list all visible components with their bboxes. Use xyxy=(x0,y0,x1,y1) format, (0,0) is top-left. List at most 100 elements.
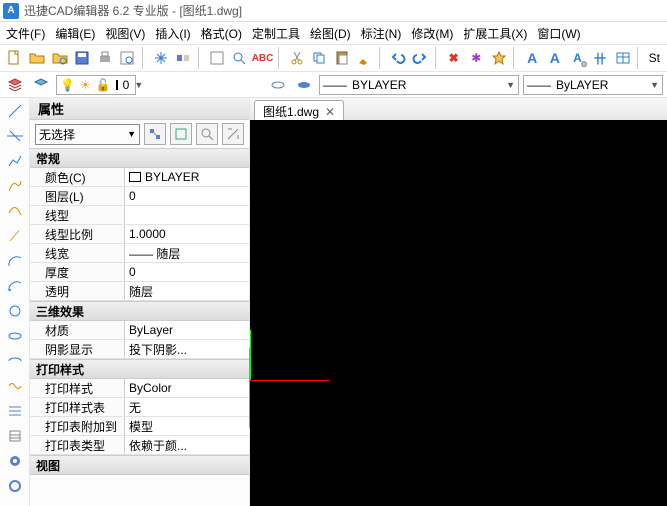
print-preview-button[interactable] xyxy=(117,47,138,69)
match-button[interactable] xyxy=(354,47,375,69)
selection-value: 无选择 xyxy=(39,126,75,143)
close-tab-icon[interactable]: ✕ xyxy=(325,105,335,119)
copy-button[interactable] xyxy=(309,47,330,69)
menu-item[interactable]: 视图(V) xyxy=(105,25,145,42)
print-button[interactable] xyxy=(94,47,115,69)
menu-item[interactable]: 修改(M) xyxy=(411,25,453,42)
layer-quick-value: 0 xyxy=(123,78,130,92)
layer-states-button[interactable] xyxy=(30,74,52,96)
layer-quick-combo[interactable]: 💡 ☀ 🔓 0 ▼ xyxy=(56,75,136,95)
property-value[interactable]: BYLAYER xyxy=(125,168,249,186)
property-value[interactable]: ByLayer xyxy=(125,321,249,339)
torus-tool[interactable] xyxy=(4,475,26,497)
section-header[interactable]: 三维效果 xyxy=(30,301,249,321)
pick-new-button[interactable] xyxy=(196,123,218,145)
polyline-tool[interactable] xyxy=(4,150,26,172)
arc2-tool[interactable] xyxy=(4,250,26,272)
menu-item[interactable]: 窗口(W) xyxy=(537,25,580,42)
cut-button[interactable] xyxy=(286,47,307,69)
circle-tool[interactable] xyxy=(4,300,26,322)
layer-props-button[interactable] xyxy=(4,74,26,96)
open-file-button[interactable] xyxy=(27,47,48,69)
menu-item[interactable]: 格式(O) xyxy=(201,25,242,42)
redo-button[interactable] xyxy=(410,47,431,69)
properties-title: 属性 xyxy=(30,98,249,120)
menu-item[interactable]: 编辑(E) xyxy=(55,25,95,42)
property-value-text: 模型 xyxy=(129,418,153,435)
toggle-value-button[interactable] xyxy=(222,123,244,145)
spline-tool[interactable] xyxy=(4,200,26,222)
undo-button[interactable] xyxy=(387,47,408,69)
linetype-combo[interactable]: —— BYLAYER ▼ xyxy=(319,75,519,95)
ellipse-tool[interactable] xyxy=(4,325,26,347)
menu-item[interactable]: 文件(F) xyxy=(6,25,45,42)
text-style-a3[interactable]: A⚙ xyxy=(567,47,588,69)
style-label: St xyxy=(646,51,663,65)
property-value[interactable]: ByColor xyxy=(125,379,249,397)
menu-item[interactable]: 标注(N) xyxy=(361,25,402,42)
line-tool[interactable] xyxy=(4,100,26,122)
property-value[interactable]: 投下阴影... xyxy=(125,340,249,358)
find-button[interactable] xyxy=(229,47,250,69)
property-value[interactable]: 模型 xyxy=(125,417,249,435)
property-row: 图层(L)0 xyxy=(30,187,249,206)
property-value[interactable] xyxy=(125,206,249,224)
menu-item[interactable]: 绘图(D) xyxy=(310,25,351,42)
spell-button[interactable]: ABC xyxy=(252,47,274,69)
property-value[interactable]: 依赖于颜... xyxy=(125,436,249,454)
xline-tool[interactable] xyxy=(4,125,26,147)
property-row: 颜色(C)BYLAYER xyxy=(30,168,249,187)
property-value[interactable]: —— 随层 xyxy=(125,244,249,262)
toggle-button[interactable] xyxy=(173,47,194,69)
quick-select-button[interactable] xyxy=(144,123,166,145)
property-value[interactable]: 随层 xyxy=(125,282,249,300)
arc3-tool[interactable] xyxy=(4,275,26,297)
donut-tool[interactable] xyxy=(4,450,26,472)
linetype-btn2[interactable] xyxy=(293,74,315,96)
linetype-btn1[interactable] xyxy=(267,74,289,96)
property-value[interactable]: 1.0000 xyxy=(125,225,249,243)
explode-button[interactable] xyxy=(489,47,510,69)
table-style-button[interactable] xyxy=(612,47,633,69)
menu-item[interactable]: 定制工具 xyxy=(252,25,300,42)
delete-button[interactable]: ✖ xyxy=(443,47,464,69)
bulb-icon: 💡 xyxy=(60,78,75,92)
property-label: 透明 xyxy=(30,282,125,300)
new-file-button[interactable] xyxy=(4,47,25,69)
section-header[interactable]: 常规 xyxy=(30,148,249,168)
property-value[interactable]: 0 xyxy=(125,263,249,281)
paste-button[interactable] xyxy=(331,47,352,69)
save-button[interactable] xyxy=(72,47,93,69)
lines-tool[interactable] xyxy=(4,400,26,422)
tool-a-button[interactable] xyxy=(206,47,227,69)
wave-tool[interactable] xyxy=(4,375,26,397)
menu-item[interactable]: 插入(I) xyxy=(155,25,190,42)
hatch-tool[interactable] xyxy=(4,425,26,447)
property-label: 打印样式表 xyxy=(30,398,125,416)
property-value[interactable]: 0 xyxy=(125,187,249,205)
property-label: 厚度 xyxy=(30,263,125,281)
property-value-text: 无 xyxy=(129,399,141,416)
property-row: 线型比例1.0000 xyxy=(30,225,249,244)
polygon-tool[interactable] xyxy=(4,175,26,197)
color-swatch xyxy=(116,80,118,90)
open-folder-button[interactable] xyxy=(49,47,70,69)
section-header[interactable]: 视图 xyxy=(30,455,249,475)
document-tab[interactable]: 图纸1.dwg ✕ xyxy=(254,100,344,120)
arc-tool[interactable]: ⟋ xyxy=(4,225,26,247)
lineweight-combo[interactable]: —— ByLAYER ▼ xyxy=(523,75,663,95)
text-style-a1[interactable]: A xyxy=(522,47,543,69)
pan-button[interactable] xyxy=(150,47,171,69)
property-value-text: BYLAYER xyxy=(145,170,199,184)
selection-dropdown[interactable]: 无选择 ▼ xyxy=(35,124,140,145)
property-value[interactable]: 无 xyxy=(125,398,249,416)
dim-style-button[interactable]: 卄 xyxy=(590,47,611,69)
text-style-a2[interactable]: A xyxy=(545,47,566,69)
canvas[interactable] xyxy=(250,120,667,506)
menu-item[interactable]: 扩展工具(X) xyxy=(463,25,527,42)
property-value-text: 0 xyxy=(129,189,136,203)
ellipse-arc-tool[interactable] xyxy=(4,350,26,372)
pick-add-button[interactable] xyxy=(170,123,192,145)
section-header[interactable]: 打印样式 xyxy=(30,359,249,379)
clean-button[interactable]: ✱ xyxy=(466,47,487,69)
